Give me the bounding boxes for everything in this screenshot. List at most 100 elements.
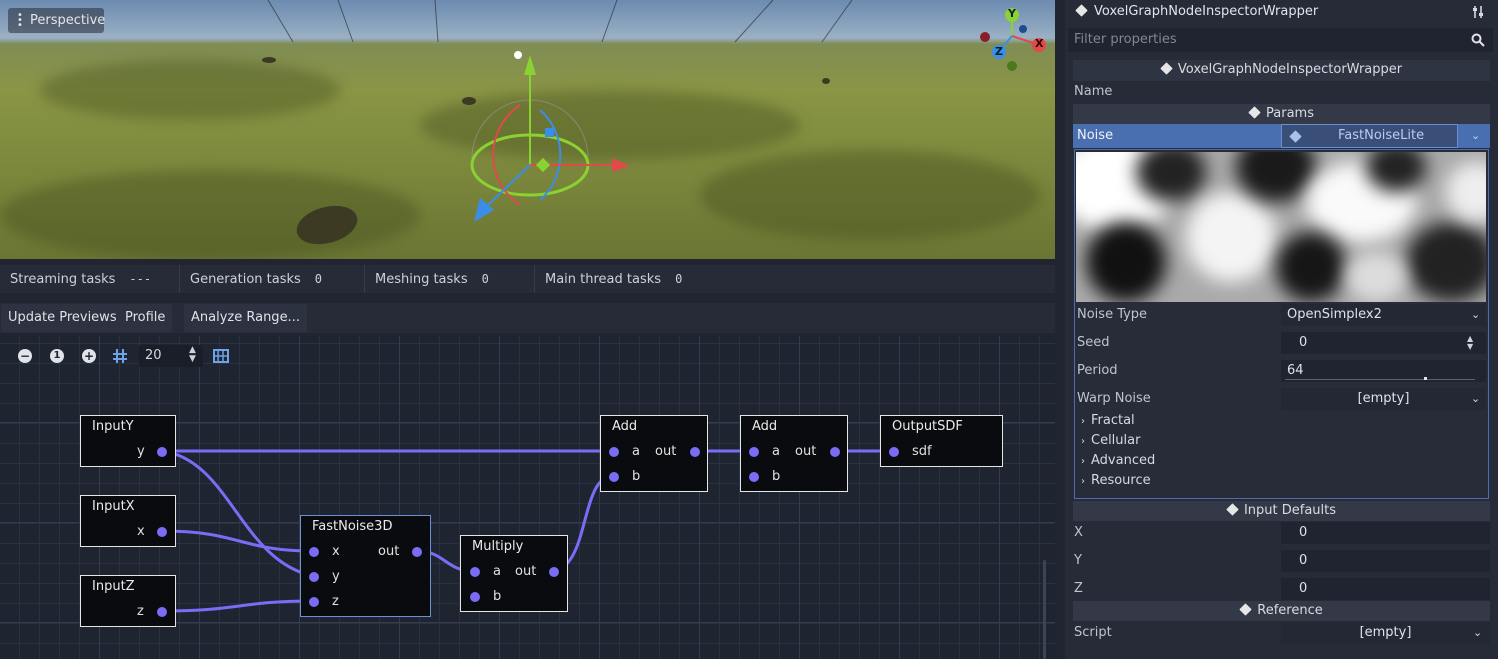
script-value: [empty] bbox=[1359, 625, 1412, 640]
node-title: Add bbox=[752, 419, 778, 434]
input-port[interactable] bbox=[470, 592, 480, 602]
chevron-right-icon: › bbox=[1081, 436, 1085, 447]
port-label: y bbox=[332, 569, 340, 584]
input-y-label: Y bbox=[1074, 553, 1082, 568]
params-section[interactable]: Params bbox=[1073, 104, 1490, 124]
period-label: Period bbox=[1077, 363, 1118, 378]
script-resource[interactable]: [empty] ⌄ bbox=[1281, 622, 1490, 644]
port-label: out bbox=[655, 444, 677, 459]
node-input-z[interactable]: InputZ z bbox=[80, 575, 176, 627]
node-title: Multiply bbox=[472, 539, 524, 554]
input-x-value: 0 bbox=[1299, 525, 1308, 540]
period-slider[interactable]: 64 bbox=[1281, 360, 1486, 382]
seed-spinbox[interactable]: 0 ▲ ▼ bbox=[1281, 332, 1486, 354]
filter-placeholder: Filter properties bbox=[1074, 32, 1177, 47]
port-label: a bbox=[493, 564, 501, 579]
seed-label: Seed bbox=[1077, 335, 1110, 350]
node-input-y[interactable]: InputY y bbox=[80, 415, 176, 467]
input-port[interactable] bbox=[749, 447, 759, 457]
node-fastnoise3d[interactable]: FastNoise3D x y z out bbox=[300, 515, 431, 617]
noise-preview-image bbox=[1076, 152, 1486, 302]
group-cellular[interactable]: › Cellular bbox=[1081, 433, 1140, 448]
output-port[interactable] bbox=[690, 447, 700, 457]
chevron-down-icon: ⌄ bbox=[1471, 308, 1481, 321]
group-label: Cellular bbox=[1091, 433, 1141, 448]
node-add-1[interactable]: Add a b out bbox=[600, 415, 708, 492]
output-port[interactable] bbox=[412, 547, 422, 557]
chevron-down-icon: ⌄ bbox=[1473, 626, 1483, 639]
node-title: InputY bbox=[92, 419, 134, 434]
input-port[interactable] bbox=[889, 447, 899, 457]
params-section-title: Params bbox=[1266, 106, 1314, 121]
object-icon bbox=[1075, 4, 1090, 18]
output-port[interactable] bbox=[549, 567, 559, 577]
noise-type-value: OpenSimplex2 bbox=[1287, 307, 1382, 322]
wire-x-to-noise-x bbox=[161, 529, 314, 553]
input-defaults-section[interactable]: Input Defaults bbox=[1073, 501, 1490, 521]
noise-type-select[interactable]: OpenSimplex2 ⌄ bbox=[1281, 304, 1486, 326]
input-z-field[interactable]: 0 bbox=[1281, 578, 1490, 600]
wire-y-to-noise-y bbox=[161, 449, 314, 578]
wire-z-to-noise-z bbox=[161, 599, 314, 613]
port-label: out bbox=[378, 544, 400, 559]
node-multiply[interactable]: Multiply a b out bbox=[460, 535, 568, 612]
output-port[interactable] bbox=[157, 527, 167, 537]
node-add-2[interactable]: Add a b out bbox=[740, 415, 848, 492]
group-fractal[interactable]: › Fractal bbox=[1081, 413, 1135, 428]
port-label: out bbox=[795, 444, 817, 459]
filter-properties-input[interactable]: Filter properties bbox=[1068, 28, 1493, 52]
input-z-value: 0 bbox=[1299, 581, 1308, 596]
output-port[interactable] bbox=[157, 607, 167, 617]
inspector-header-title: VoxelGraphNodeInspectorWrapper bbox=[1094, 4, 1319, 19]
noise-type-label: Noise Type bbox=[1077, 307, 1148, 322]
port-label: out bbox=[515, 564, 537, 579]
class-header: VoxelGraphNodeInspectorWrapper bbox=[1073, 60, 1490, 81]
input-port[interactable] bbox=[309, 597, 319, 607]
group-label: Fractal bbox=[1091, 413, 1135, 428]
node-title: InputZ bbox=[92, 579, 135, 594]
input-port[interactable] bbox=[609, 447, 619, 457]
port-label: a bbox=[772, 444, 780, 459]
chevron-down-icon[interactable]: ⌄ bbox=[1471, 129, 1480, 142]
tune-icon[interactable] bbox=[1471, 5, 1485, 19]
warp-noise-label: Warp Noise bbox=[1077, 391, 1151, 406]
input-port[interactable] bbox=[309, 572, 319, 582]
reference-section[interactable]: Reference bbox=[1073, 601, 1490, 621]
input-z-label: Z bbox=[1074, 581, 1083, 596]
port-label: b bbox=[493, 589, 502, 604]
node-title: FastNoise3D bbox=[312, 519, 393, 534]
input-port[interactable] bbox=[609, 472, 619, 482]
node-input-x[interactable]: InputX x bbox=[80, 495, 176, 547]
seed-value: 0 bbox=[1299, 335, 1308, 350]
port-label: x bbox=[137, 524, 145, 539]
port-label: z bbox=[137, 604, 144, 619]
group-label: Resource bbox=[1091, 473, 1151, 488]
node-title: Add bbox=[612, 419, 638, 434]
noise-resource-button[interactable]: FastNoiseLite bbox=[1281, 124, 1458, 148]
port-label: sdf bbox=[912, 444, 932, 459]
node-output-sdf[interactable]: OutputSDF sdf bbox=[880, 415, 1003, 467]
group-advanced[interactable]: › Advanced bbox=[1081, 453, 1155, 468]
chevron-right-icon: › bbox=[1081, 476, 1085, 487]
spinner-arrows-icon: ▲ ▼ bbox=[1467, 334, 1474, 351]
graph-scrollbar[interactable] bbox=[1043, 560, 1046, 659]
class-title: VoxelGraphNodeInspectorWrapper bbox=[1177, 62, 1403, 77]
noise-label: Noise bbox=[1077, 128, 1114, 143]
port-label: b bbox=[772, 469, 781, 484]
reference-title: Reference bbox=[1257, 603, 1323, 618]
output-port[interactable] bbox=[157, 447, 167, 457]
output-port[interactable] bbox=[830, 447, 840, 457]
input-port[interactable] bbox=[749, 472, 759, 482]
node-title: InputX bbox=[92, 499, 135, 514]
group-resource[interactable]: › Resource bbox=[1081, 473, 1151, 488]
node-title: OutputSDF bbox=[892, 419, 963, 434]
noise-resource-name: FastNoiseLite bbox=[1338, 128, 1425, 143]
input-x-field[interactable]: 0 bbox=[1281, 522, 1490, 544]
input-port[interactable] bbox=[470, 567, 480, 577]
group-label: Advanced bbox=[1091, 453, 1156, 468]
warp-noise-resource[interactable]: [empty] ⌄ bbox=[1281, 388, 1486, 410]
input-port[interactable] bbox=[309, 547, 319, 557]
chevron-right-icon: › bbox=[1081, 456, 1085, 467]
input-y-value: 0 bbox=[1299, 553, 1308, 568]
input-y-field[interactable]: 0 bbox=[1281, 550, 1490, 572]
